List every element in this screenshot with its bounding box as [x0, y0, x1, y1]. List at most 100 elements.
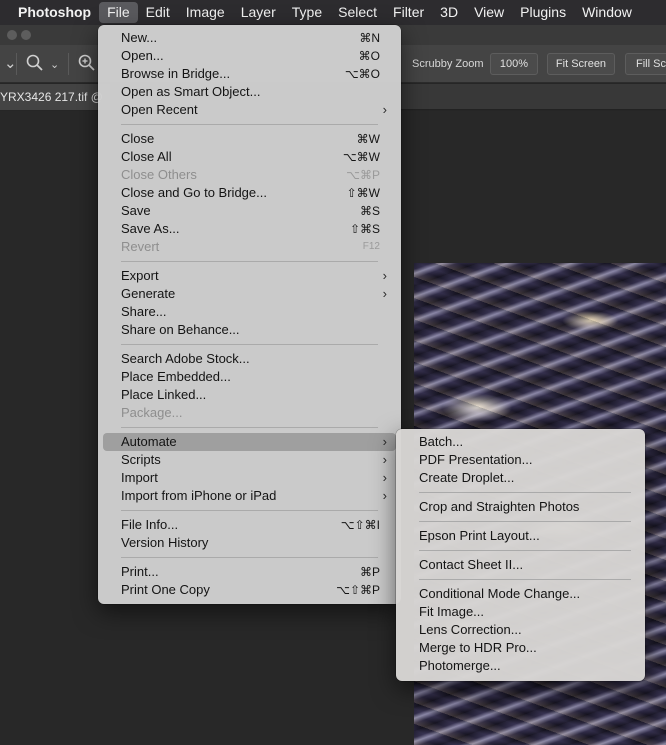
automate-item-conditional-mode-change[interactable]: Conditional Mode Change...: [396, 585, 645, 603]
file-menu-item-open-as-smart-object[interactable]: Open as Smart Object...: [98, 83, 401, 101]
automate-item-create-droplet[interactable]: Create Droplet...: [396, 469, 645, 487]
menu-item-label: Open...: [121, 48, 164, 63]
file-menu-item-export[interactable]: Export ›: [98, 267, 401, 285]
options-divider: [68, 53, 69, 75]
menu-item-label: Close All: [121, 149, 172, 164]
file-menu-item-open-recent[interactable]: Open Recent ›: [98, 101, 401, 119]
file-menu-item-import-from-iphone-or-ipad[interactable]: Import from iPhone or iPad ›: [98, 487, 401, 505]
automate-item-photomerge[interactable]: Photomerge...: [396, 657, 645, 675]
menu-item-label: File Info...: [121, 517, 179, 532]
menu-item-label: Search Adobe Stock...: [121, 351, 250, 366]
menu-item-shortcut: ⌥⇧⌘I: [340, 518, 380, 532]
file-menu-item-automate[interactable]: Automate ›: [103, 433, 396, 451]
tool-preset-chevron-icon[interactable]: ⌄: [4, 54, 17, 74]
file-menu-item-browse-in-bridge[interactable]: Browse in Bridge... ⌥⌘O: [98, 65, 401, 83]
submenu-chevron-right-icon: ›: [382, 268, 387, 283]
automate-item-epson-print-layout[interactable]: Epson Print Layout...: [396, 527, 645, 545]
menu-item-shortcut: ⌘W: [356, 132, 380, 146]
automate-item-contact-sheet-ii[interactable]: Contact Sheet II...: [396, 556, 645, 574]
menu-separator: [419, 579, 631, 580]
macos-menu-bar: Photoshop File Edit Image Layer Type Sel…: [0, 0, 666, 25]
file-menu-item-generate[interactable]: Generate ›: [98, 285, 401, 303]
file-menu-item-place-embedded[interactable]: Place Embedded...: [98, 368, 401, 386]
automate-submenu: Batch... PDF Presentation... Create Drople…: [396, 429, 645, 681]
menu-3d[interactable]: 3D: [432, 2, 466, 23]
file-menu-item-share-on-behance[interactable]: Share on Behance...: [98, 321, 401, 339]
fit-screen-button[interactable]: Fit Screen: [547, 53, 615, 75]
menu-item-shortcut: F12: [362, 241, 380, 252]
document-tab[interactable]: YRX3426 217.tif @: [0, 84, 110, 110]
menu-item-shortcut: ⌘N: [359, 31, 380, 45]
fill-screen-button[interactable]: Fill Scr: [625, 53, 666, 75]
zoom-in-icon[interactable]: [78, 54, 96, 74]
menu-item-label: Print One Copy: [121, 582, 210, 597]
submenu-chevron-right-icon: ›: [382, 286, 387, 301]
menu-item-shortcut: ⌥⌘W: [342, 150, 380, 164]
menu-file[interactable]: File: [99, 2, 138, 23]
menu-item-shortcut: ⇧⌘S: [349, 222, 380, 236]
file-menu-item-file-info[interactable]: File Info... ⌥⇧⌘I: [98, 516, 401, 534]
menu-item-shortcut: ⇧⌘W: [346, 186, 380, 200]
file-menu-item-print[interactable]: Print... ⌘P: [98, 563, 401, 581]
menu-layer[interactable]: Layer: [233, 2, 284, 23]
menu-filter[interactable]: Filter: [385, 2, 432, 23]
automate-item-fit-image[interactable]: Fit Image...: [396, 603, 645, 621]
zoom-tool-icon[interactable]: [26, 54, 44, 74]
menu-separator: [121, 261, 378, 262]
menu-item-label: Place Linked...: [121, 387, 207, 402]
file-menu-item-share[interactable]: Share...: [98, 303, 401, 321]
menu-item-label: Open as Smart Object...: [121, 84, 261, 99]
menu-window[interactable]: Window: [574, 2, 640, 23]
file-menu-item-close-others: Close Others ⌥⌘P: [98, 166, 401, 184]
menu-item-shortcut: ⌥⌘O: [344, 67, 380, 81]
menu-photoshop[interactable]: Photoshop: [10, 2, 99, 23]
menu-item-label: New...: [121, 30, 158, 45]
menu-item-shortcut: ⌘O: [358, 49, 380, 63]
file-menu-item-search-adobe-stock[interactable]: Search Adobe Stock...: [98, 350, 401, 368]
file-menu-item-new[interactable]: New... ⌘N: [98, 29, 401, 47]
file-menu-item-close[interactable]: Close ⌘W: [98, 130, 401, 148]
menu-item-label: Save: [121, 203, 151, 218]
zoom-dropdown-chevron-icon[interactable]: ⌄: [50, 58, 59, 78]
menu-item-shortcut: ⌘P: [359, 565, 380, 579]
automate-item-merge-to-hdr-pro[interactable]: Merge to HDR Pro...: [396, 639, 645, 657]
menu-edit[interactable]: Edit: [138, 2, 178, 23]
menu-item-label: Scripts: [121, 452, 161, 467]
file-menu-item-print-one-copy[interactable]: Print One Copy ⌥⇧⌘P: [98, 581, 401, 599]
file-menu-item-place-linked[interactable]: Place Linked...: [98, 386, 401, 404]
file-menu-item-save-as[interactable]: Save As... ⇧⌘S: [98, 220, 401, 238]
menu-item-label: Automate: [121, 434, 177, 449]
window-close-dot[interactable]: [7, 30, 17, 40]
scrubby-zoom-label[interactable]: Scrubby Zoom: [412, 58, 484, 70]
menu-item-shortcut: ⌥⇧⌘P: [336, 583, 380, 597]
automate-item-lens-correction[interactable]: Lens Correction...: [396, 621, 645, 639]
file-menu-item-version-history[interactable]: Version History: [98, 534, 401, 552]
menu-item-label: Import: [121, 470, 158, 485]
file-menu-item-close-all[interactable]: Close All ⌥⌘W: [98, 148, 401, 166]
zoom-100-button[interactable]: 100%: [490, 53, 538, 75]
submenu-chevron-right-icon: ›: [382, 488, 387, 503]
menu-item-label: Revert: [121, 239, 160, 254]
automate-item-batch[interactable]: Batch...: [396, 433, 645, 451]
submenu-chevron-right-icon: ›: [382, 452, 387, 467]
menu-separator: [419, 521, 631, 522]
menu-item-shortcut: ⌥⌘P: [346, 168, 380, 182]
automate-item-crop-and-straighten-photos[interactable]: Crop and Straighten Photos: [396, 498, 645, 516]
automate-item-pdf-presentation[interactable]: PDF Presentation...: [396, 451, 645, 469]
menu-image[interactable]: Image: [178, 2, 233, 23]
file-menu-item-revert: Revert F12: [98, 238, 401, 256]
menu-select[interactable]: Select: [330, 2, 385, 23]
file-menu-item-close-and-go-to-bridge[interactable]: Close and Go to Bridge... ⇧⌘W: [98, 184, 401, 202]
file-menu-item-open[interactable]: Open... ⌘O: [98, 47, 401, 65]
menu-item-label: Browse in Bridge...: [121, 66, 231, 81]
menu-item-label: Export: [121, 268, 159, 283]
menu-plugins[interactable]: Plugins: [512, 2, 574, 23]
menu-view[interactable]: View: [466, 2, 512, 23]
file-menu-item-scripts[interactable]: Scripts ›: [98, 451, 401, 469]
menu-separator: [121, 510, 378, 511]
file-menu-item-import[interactable]: Import ›: [98, 469, 401, 487]
window-minimize-dot[interactable]: [21, 30, 31, 40]
menu-item-shortcut: ⌘S: [359, 204, 380, 218]
menu-type[interactable]: Type: [284, 2, 330, 23]
file-menu-item-save[interactable]: Save ⌘S: [98, 202, 401, 220]
